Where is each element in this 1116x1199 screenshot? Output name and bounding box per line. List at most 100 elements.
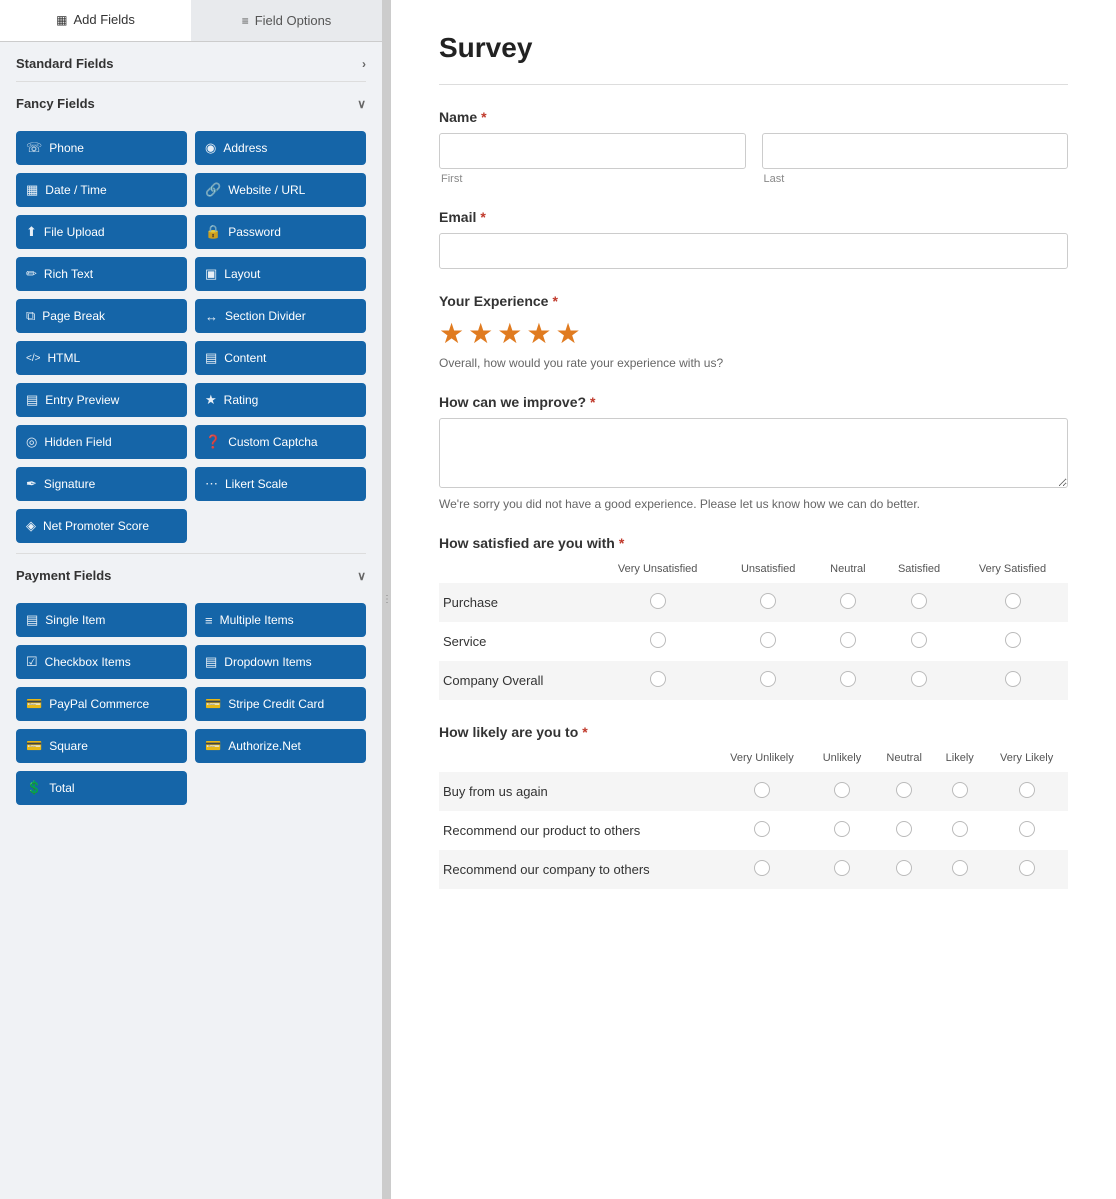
- field-btn-signature[interactable]: ✒ Signature: [16, 467, 187, 501]
- radio-likely-1-0[interactable]: [754, 821, 770, 837]
- field-btn-datetime[interactable]: ▦ Date / Time: [16, 173, 187, 207]
- field-btn-paypal[interactable]: 💳 PayPal Commerce: [16, 687, 187, 721]
- satisfied-row-0: Purchase: [439, 583, 1068, 622]
- tab-field-options[interactable]: ≡ Field Options: [191, 0, 382, 41]
- radio-likely-0-3[interactable]: [952, 782, 968, 798]
- net-promoter-score-icon: ◈: [26, 518, 36, 534]
- radio-likely-1-2[interactable]: [896, 821, 912, 837]
- field-btn-multiple-items[interactable]: ≡ Multiple Items: [195, 603, 366, 637]
- signature-icon: ✒: [26, 476, 37, 492]
- radio-satisfied-0-4[interactable]: [1005, 593, 1021, 609]
- checkbox-items-icon: ☑: [26, 654, 38, 670]
- name-inputs-row: [439, 133, 1068, 169]
- satisfied-col-4: Very Satisfied: [957, 559, 1068, 583]
- radio-satisfied-2-3[interactable]: [911, 671, 927, 687]
- field-btn-phone[interactable]: ☏ Phone: [16, 131, 187, 165]
- radio-likely-2-0[interactable]: [754, 860, 770, 876]
- hidden-field-icon: ◎: [26, 434, 37, 450]
- name-required: *: [481, 109, 486, 125]
- form-title: Survey: [439, 32, 1068, 64]
- radio-likely-2-1[interactable]: [834, 860, 850, 876]
- fancy-fields-grid: ☏ Phone ◉ Address ▦ Date / Time 🔗 Websit…: [0, 121, 382, 553]
- improve-label: How can we improve? *: [439, 394, 1068, 410]
- field-btn-rich-text[interactable]: ✏ Rich Text: [16, 257, 187, 291]
- field-btn-square[interactable]: 💳 Square: [16, 729, 187, 763]
- field-btn-checkbox-items[interactable]: ☑ Checkbox Items: [16, 645, 187, 679]
- likely-header-row: Very Unlikely Unlikely Neutral Likely Ve…: [439, 748, 1068, 772]
- radio-satisfied-1-4[interactable]: [1005, 632, 1021, 648]
- radio-likely-2-2[interactable]: [896, 860, 912, 876]
- radio-likely-1-1[interactable]: [834, 821, 850, 837]
- star-3[interactable]: ★: [497, 317, 522, 350]
- name-last-input[interactable]: [762, 133, 1069, 169]
- field-btn-password[interactable]: 🔒 Password: [195, 215, 366, 249]
- field-btn-section-divider[interactable]: ↔ Section Divider: [195, 299, 366, 333]
- name-first-input[interactable]: [439, 133, 746, 169]
- fancy-fields-chevron[interactable]: ∨: [357, 97, 366, 111]
- experience-description: Overall, how would you rate your experie…: [439, 356, 1068, 370]
- field-btn-page-break[interactable]: ⧉ Page Break: [16, 299, 187, 333]
- single-item-icon: ▤: [26, 612, 38, 628]
- field-btn-likert-scale[interactable]: ⋯ Likert Scale: [195, 467, 366, 501]
- email-input[interactable]: [439, 233, 1068, 269]
- field-btn-file-upload[interactable]: ⬆ File Upload: [16, 215, 187, 249]
- field-btn-layout[interactable]: ▣ Layout: [195, 257, 366, 291]
- radio-likely-1-4[interactable]: [1019, 821, 1035, 837]
- field-btn-hidden-field[interactable]: ◎ Hidden Field: [16, 425, 187, 459]
- radio-satisfied-1-0[interactable]: [650, 632, 666, 648]
- radio-satisfied-1-1[interactable]: [760, 632, 776, 648]
- star-rating[interactable]: ★ ★ ★ ★ ★: [439, 317, 1068, 350]
- field-btn-custom-captcha[interactable]: ❓ Custom Captcha: [195, 425, 366, 459]
- field-btn-html[interactable]: </> HTML: [16, 341, 187, 375]
- field-btn-single-item[interactable]: ▤ Single Item: [16, 603, 187, 637]
- radio-likely-0-0[interactable]: [754, 782, 770, 798]
- standard-fields-chevron[interactable]: ›: [362, 57, 366, 71]
- field-btn-total[interactable]: 💲 Total: [16, 771, 187, 805]
- improve-textarea[interactable]: [439, 418, 1068, 488]
- satisfied-required: *: [619, 535, 624, 551]
- phone-icon: ☏: [26, 140, 42, 156]
- html-icon: </>: [26, 353, 40, 364]
- radio-satisfied-0-1[interactable]: [760, 593, 776, 609]
- address-icon: ◉: [205, 140, 216, 156]
- field-btn-dropdown-items[interactable]: ▤ Dropdown Items: [195, 645, 366, 679]
- field-btn-net-promoter-score[interactable]: ◈ Net Promoter Score: [16, 509, 187, 543]
- radio-likely-1-3[interactable]: [952, 821, 968, 837]
- payment-fields-chevron[interactable]: ∨: [357, 569, 366, 583]
- resize-handle[interactable]: ⋮: [383, 0, 391, 1199]
- radio-likely-0-4[interactable]: [1019, 782, 1035, 798]
- radio-satisfied-0-0[interactable]: [650, 593, 666, 609]
- radio-satisfied-2-2[interactable]: [840, 671, 856, 687]
- radio-likely-2-3[interactable]: [952, 860, 968, 876]
- field-btn-rating[interactable]: ★ Rating: [195, 383, 366, 417]
- field-btn-website[interactable]: 🔗 Website / URL: [195, 173, 366, 207]
- field-btn-address[interactable]: ◉ Address: [195, 131, 366, 165]
- likely-required: *: [582, 724, 587, 740]
- field-btn-authorizenet[interactable]: 💳 Authorize.Net: [195, 729, 366, 763]
- content-icon: ▤: [205, 350, 217, 366]
- likely-row-1: Recommend our product to others: [439, 811, 1068, 850]
- field-btn-content[interactable]: ▤ Content: [195, 341, 366, 375]
- radio-satisfied-2-1[interactable]: [760, 671, 776, 687]
- total-icon: 💲: [26, 780, 42, 796]
- radio-satisfied-0-2[interactable]: [840, 593, 856, 609]
- field-btn-entry-preview[interactable]: ▤ Entry Preview: [16, 383, 187, 417]
- star-1[interactable]: ★: [439, 317, 464, 350]
- radio-likely-0-1[interactable]: [834, 782, 850, 798]
- radio-satisfied-2-0[interactable]: [650, 671, 666, 687]
- radio-satisfied-1-2[interactable]: [840, 632, 856, 648]
- satisfied-col-0: Very Unsatisfied: [594, 559, 722, 583]
- paypal-icon: 💳: [26, 696, 42, 712]
- radio-likely-2-4[interactable]: [1019, 860, 1035, 876]
- tab-add-fields[interactable]: ▦ Add Fields: [0, 0, 191, 41]
- field-btn-stripe[interactable]: 💳 Stripe Credit Card: [195, 687, 366, 721]
- star-2[interactable]: ★: [468, 317, 493, 350]
- radio-satisfied-2-4[interactable]: [1005, 671, 1021, 687]
- experience-required: *: [552, 293, 557, 309]
- radio-satisfied-0-3[interactable]: [911, 593, 927, 609]
- radio-satisfied-1-3[interactable]: [911, 632, 927, 648]
- star-4[interactable]: ★: [526, 317, 551, 350]
- star-5[interactable]: ★: [555, 317, 580, 350]
- experience-label: Your Experience *: [439, 293, 1068, 309]
- radio-likely-0-2[interactable]: [896, 782, 912, 798]
